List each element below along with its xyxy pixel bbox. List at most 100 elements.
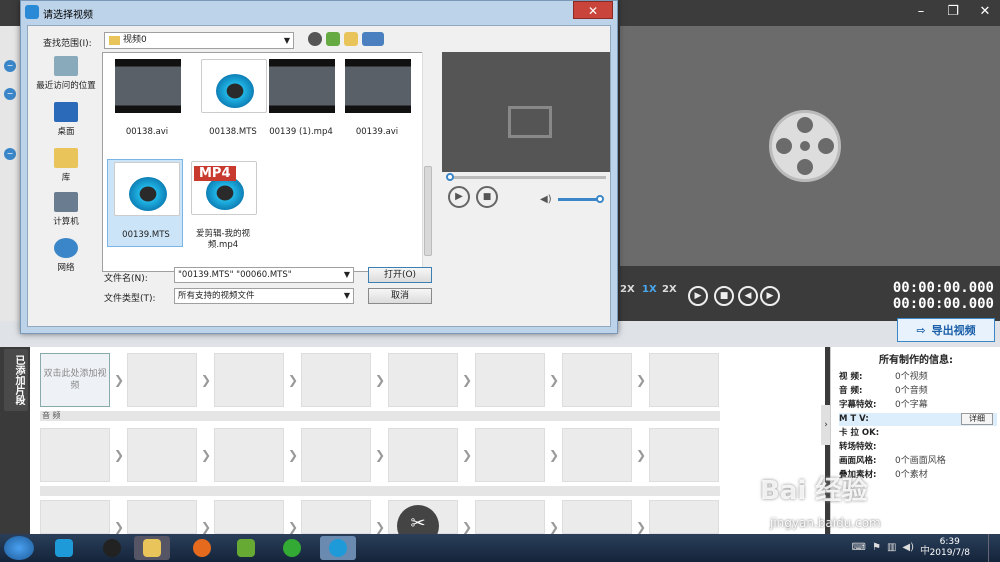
chevron-right-icon: ❯ — [201, 448, 212, 462]
timeline-slot[interactable] — [214, 428, 284, 482]
view-menu-icon[interactable] — [362, 32, 384, 46]
speed-2x-slow[interactable]: 2X — [620, 284, 635, 295]
open-button[interactable]: 打开(O) — [368, 267, 432, 283]
preview-progress-bar[interactable] — [448, 176, 606, 179]
media-app-icon[interactable] — [228, 536, 264, 560]
place-computer[interactable]: 计算机 — [32, 192, 100, 227]
place-network[interactable]: 网络 — [32, 238, 100, 273]
chevron-right-icon: ❯ — [462, 448, 473, 462]
dialog-body: 查找范围(I): 视频0 ▼ 最近访问的位置 桌面 库 计算机 网络 00138… — [27, 25, 611, 327]
chevron-right-icon: ❯ — [462, 520, 473, 534]
minimize-icon[interactable]: – — [912, 4, 930, 19]
info-row-video: 视 频: 0个视频 — [839, 372, 928, 382]
timeline-slot[interactable] — [475, 428, 545, 482]
chevron-right-icon: ❯ — [462, 373, 473, 387]
taskbar-app-icon[interactable] — [46, 536, 82, 560]
added-clips-tab[interactable]: 已添加片段 — [4, 349, 28, 411]
timeline-slot[interactable] — [214, 353, 284, 407]
detail-button[interactable]: 详细 — [961, 413, 993, 425]
export-video-button[interactable]: ⇨ 导出视频 — [897, 318, 995, 342]
back-icon[interactable] — [308, 32, 322, 46]
timeline-slot[interactable] — [40, 500, 110, 534]
timeline-slot[interactable] — [649, 500, 719, 534]
file-item[interactable]: 00139 (1).mp4 — [263, 57, 339, 145]
close-icon[interactable]: ✕ — [573, 1, 613, 19]
explorer-icon[interactable] — [134, 536, 170, 560]
qq-icon[interactable] — [94, 536, 130, 560]
file-item[interactable]: MP4 爱剪辑-我的视频.mp4 — [185, 159, 261, 250]
collapse-icon[interactable]: − — [4, 88, 16, 100]
timeline-slot[interactable] — [475, 353, 545, 407]
place-recent[interactable]: 最近访问的位置 — [32, 56, 100, 91]
ime-icon[interactable]: 中 — [920, 542, 930, 557]
show-desktop-button[interactable] — [988, 534, 1000, 562]
chevron-down-icon[interactable]: ▼ — [344, 289, 350, 303]
timeline-slot[interactable] — [388, 428, 458, 482]
firefox-icon[interactable] — [184, 536, 220, 560]
timeline-slot[interactable] — [40, 428, 110, 482]
collapse-icon[interactable]: − — [4, 148, 16, 160]
network-icon[interactable]: ▥ — [887, 542, 896, 557]
play-icon[interactable]: ▶ — [688, 286, 708, 306]
taskbar: ⌨ ⚑ ▥ ◀) 中 6:39 2019/7/8 — [0, 534, 1000, 562]
app-left-panel: − − − — [0, 26, 22, 336]
timeline-slot[interactable] — [301, 353, 371, 407]
timeline-slot[interactable] — [388, 353, 458, 407]
volume-knob[interactable] — [596, 195, 604, 203]
look-in-dropdown[interactable]: 视频0 ▼ — [104, 32, 294, 49]
scrollbar-thumb[interactable] — [424, 166, 432, 256]
file-item[interactable]: 00139.avi — [339, 57, 415, 145]
file-item-selected[interactable]: 00139.MTS — [107, 159, 183, 247]
timeline-slot[interactable] — [649, 428, 719, 482]
chevron-right-icon: ❯ — [375, 520, 386, 534]
dialog-titlebar[interactable]: 请选择视频 ✕ — [21, 1, 617, 25]
cancel-button[interactable]: 取消 — [368, 288, 432, 304]
timeline-slot[interactable] — [301, 428, 371, 482]
nav-toolbar — [308, 32, 384, 46]
place-libraries[interactable]: 库 — [32, 148, 100, 183]
flag-icon[interactable]: ⚑ — [872, 542, 881, 557]
chevron-right-icon: ❯ — [636, 448, 647, 462]
timeline-slot[interactable] — [475, 500, 545, 534]
filename-input[interactable]: "00139.MTS" "00060.MTS" ▼ — [174, 267, 354, 283]
restore-icon[interactable]: ❐ — [944, 4, 962, 19]
speed-2x-fast[interactable]: 2X — [662, 284, 677, 295]
add-video-slot[interactable]: 双击此处添加视频 — [40, 353, 110, 407]
new-folder-icon[interactable] — [344, 32, 358, 46]
filetype-dropdown[interactable]: 所有支持的视频文件 ▼ — [174, 288, 354, 304]
timeline-slot[interactable] — [649, 353, 719, 407]
file-item[interactable]: 00138.MTS — [195, 57, 271, 145]
stop-icon[interactable]: ■ — [714, 286, 734, 306]
next-frame-icon[interactable]: ▶ — [760, 286, 780, 306]
file-item[interactable]: 00138.avi — [109, 57, 185, 145]
progress-knob[interactable] — [446, 173, 454, 181]
timeline-slot[interactable] — [562, 353, 632, 407]
clock-time: 6:39 — [939, 537, 960, 547]
up-folder-icon[interactable] — [326, 32, 340, 46]
stop-icon[interactable]: ■ — [476, 186, 498, 208]
timeline-slot[interactable] — [214, 500, 284, 534]
chevron-right-icon: ❯ — [549, 448, 560, 462]
info-row-karaoke: 卡 拉 OK: — [839, 428, 880, 438]
play-icon[interactable]: ▶ — [448, 186, 470, 208]
timeline-slot[interactable] — [127, 428, 197, 482]
timeline-slot[interactable] — [562, 428, 632, 482]
clock[interactable]: 6:39 2019/7/8 — [930, 537, 970, 559]
timeline-slot[interactable] — [562, 500, 632, 534]
speed-1x[interactable]: 1X — [642, 284, 657, 295]
close-icon[interactable]: ✕ — [976, 4, 994, 19]
prev-frame-icon[interactable]: ◀ — [738, 286, 758, 306]
collapse-icon[interactable]: − — [4, 60, 16, 72]
timeline-slot[interactable] — [127, 353, 197, 407]
timeline-slot[interactable] — [301, 500, 371, 534]
place-desktop[interactable]: 桌面 — [32, 102, 100, 137]
volume-icon[interactable]: ◀) — [902, 542, 914, 557]
video-editor-task-icon[interactable] — [320, 536, 356, 560]
green-app-icon[interactable] — [274, 536, 310, 560]
window-controls: – ❐ ✕ — [912, 4, 994, 19]
keyboard-icon[interactable]: ⌨ — [852, 542, 866, 557]
info-row-style: 画面风格: 0个画面风格 — [839, 456, 946, 466]
chevron-down-icon[interactable]: ▼ — [344, 268, 350, 282]
start-button-icon[interactable] — [4, 536, 34, 560]
timeline-slot[interactable] — [127, 500, 197, 534]
